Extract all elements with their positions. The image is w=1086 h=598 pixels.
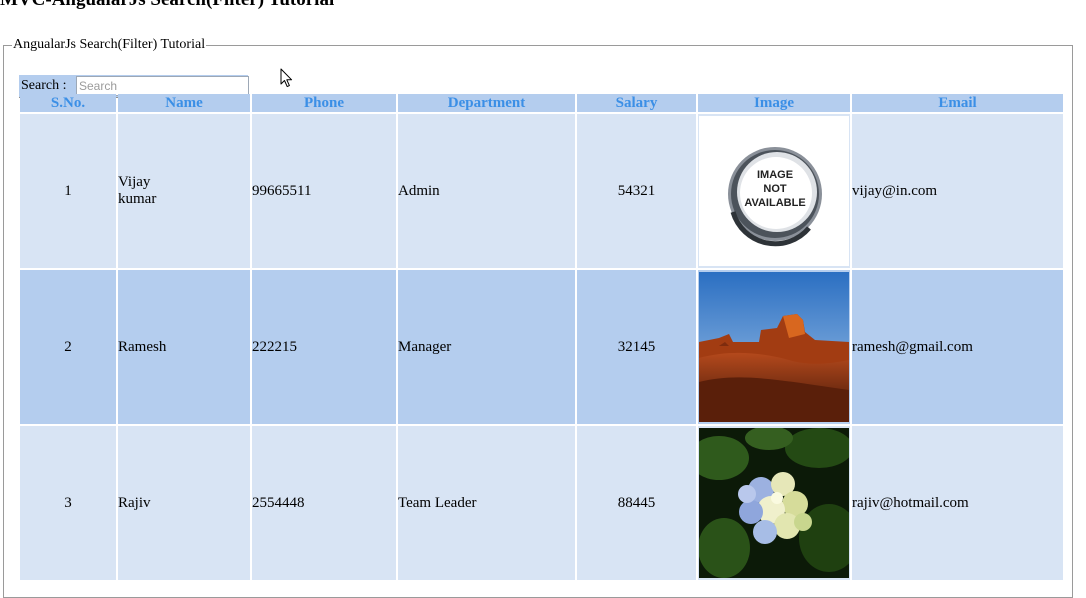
page-title: MVC-AngualarJs Search(Filter) Tutorial bbox=[0, 0, 334, 12]
image-placeholder-line-3: AVAILABLE bbox=[744, 197, 805, 209]
image-placeholder-line-2: NOT bbox=[763, 183, 787, 195]
image-not-available-icon: IMAGE NOT AVAILABLE bbox=[699, 116, 849, 266]
cell-email: ramesh@gmail.com bbox=[852, 270, 1063, 424]
fieldset-legend: AngualarJs Search(Filter) Tutorial bbox=[13, 37, 206, 52]
cell-phone: 2554448 bbox=[252, 426, 396, 580]
desert-landscape-image bbox=[699, 272, 849, 422]
cell-salary: 54321 bbox=[577, 114, 696, 268]
cell-department: Team Leader bbox=[398, 426, 575, 580]
column-header-phone[interactable]: Phone bbox=[252, 94, 396, 112]
cell-name: Ramesh bbox=[118, 270, 250, 424]
cell-phone: 222215 bbox=[252, 270, 396, 424]
cell-department: Manager bbox=[398, 270, 575, 424]
column-header-email[interactable]: Email bbox=[852, 94, 1063, 112]
column-header-department[interactable]: Department bbox=[398, 94, 575, 112]
column-header-image[interactable]: Image bbox=[698, 94, 850, 112]
table-header-row: S.No. Name Phone Department Salary Image… bbox=[20, 94, 1063, 112]
employee-table: S.No. Name Phone Department Salary Image… bbox=[18, 92, 1065, 582]
cell-department: Admin bbox=[398, 114, 575, 268]
cell-sno: 2 bbox=[20, 270, 116, 424]
cell-name-text: Vijay kumar bbox=[118, 174, 157, 207]
cell-sno: 1 bbox=[20, 114, 116, 268]
cell-image: IMAGE NOT AVAILABLE bbox=[698, 114, 850, 268]
cell-name: Vijay kumar bbox=[118, 114, 250, 268]
hydrangea-flower-image bbox=[699, 428, 849, 578]
cell-salary: 88445 bbox=[577, 426, 696, 580]
table-row: 1 Vijay kumar 99665511 Admin 54321 IMAGE… bbox=[20, 114, 1063, 268]
column-header-salary[interactable]: Salary bbox=[577, 94, 696, 112]
cell-email: vijay@in.com bbox=[852, 114, 1063, 268]
table-row: 3 Rajiv 2554448 Team Leader 88445 rajiv@… bbox=[20, 426, 1063, 580]
column-header-name[interactable]: Name bbox=[118, 94, 250, 112]
cell-image bbox=[698, 270, 850, 424]
cell-email: rajiv@hotmail.com bbox=[852, 426, 1063, 580]
cell-name: Rajiv bbox=[118, 426, 250, 580]
cell-sno: 3 bbox=[20, 426, 116, 580]
table-row: 2 Ramesh 222215 Manager 32145 ramesh@gma… bbox=[20, 270, 1063, 424]
mouse-pointer-icon bbox=[280, 68, 293, 88]
cell-salary: 32145 bbox=[577, 270, 696, 424]
cell-image bbox=[698, 426, 850, 580]
image-placeholder-line-1: IMAGE bbox=[757, 169, 793, 181]
column-header-sno[interactable]: S.No. bbox=[20, 94, 116, 112]
cell-phone: 99665511 bbox=[252, 114, 396, 268]
